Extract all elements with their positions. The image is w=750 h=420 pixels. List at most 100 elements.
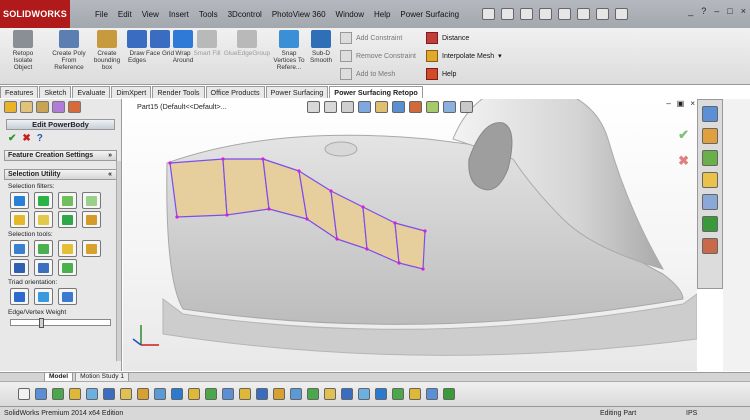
- slider-thumb[interactable]: [39, 318, 44, 328]
- edge-vertex-weight-slider[interactable]: [10, 318, 111, 328]
- tab-sketch[interactable]: Sketch: [39, 86, 72, 98]
- menu-photoview[interactable]: PhotoView 360: [267, 10, 331, 19]
- collapse-icon[interactable]: [256, 388, 268, 400]
- panel-scrollbar[interactable]: [116, 161, 121, 361]
- help-ribbon-button[interactable]: Help: [426, 68, 456, 80]
- delete-edge-icon[interactable]: [154, 388, 166, 400]
- solidworks-logo[interactable]: SOLIDWORKS: [0, 0, 70, 28]
- object-filter-button[interactable]: [82, 211, 101, 228]
- menu-file[interactable]: File: [90, 10, 113, 19]
- fill-hole-icon[interactable]: [426, 388, 438, 400]
- feature-tree-icon[interactable]: [4, 101, 17, 113]
- bounding-box-button[interactable]: Create bounding box: [90, 30, 124, 71]
- select-grow-button[interactable]: [34, 240, 53, 257]
- move-icon[interactable]: [392, 388, 404, 400]
- file-explorer-icon[interactable]: [702, 150, 718, 166]
- view-settings-icon[interactable]: [460, 101, 473, 113]
- remove-constraint-button[interactable]: Remove Constraint: [340, 50, 416, 62]
- retopo-isolate-button[interactable]: Retopo Isolate Object: [6, 30, 40, 71]
- select-icon[interactable]: [577, 8, 591, 20]
- face-select-icon[interactable]: [69, 388, 81, 400]
- section-view-icon[interactable]: [358, 101, 371, 113]
- face-loop-filter-button[interactable]: [10, 211, 29, 228]
- appearances-icon[interactable]: [702, 216, 718, 232]
- panel-help-icon[interactable]: ?: [37, 133, 43, 144]
- viewport-restore-button[interactable]: ▣: [677, 99, 685, 108]
- glue-edge-group-button[interactable]: GlueEdgeGroup: [222, 30, 272, 57]
- select-similar-button[interactable]: [58, 259, 77, 276]
- feature-creation-settings-header[interactable]: Feature Creation Settings »: [4, 150, 117, 161]
- select-edge-loop-button[interactable]: [10, 240, 29, 257]
- select-column-button[interactable]: [10, 259, 29, 276]
- menu-3dcontrol[interactable]: 3Dcontrol: [223, 10, 267, 19]
- scale-icon[interactable]: [358, 388, 370, 400]
- menu-tools[interactable]: Tools: [194, 10, 223, 19]
- distance-button[interactable]: Distance: [426, 32, 469, 44]
- units-selector[interactable]: IPS: [686, 407, 697, 420]
- bevel-icon[interactable]: [120, 388, 132, 400]
- menu-window[interactable]: Window: [331, 10, 369, 19]
- menu-help[interactable]: Help: [369, 10, 395, 19]
- appearance-icon[interactable]: [426, 101, 439, 113]
- split-icon[interactable]: [205, 388, 217, 400]
- confirm-accept-icon[interactable]: ✔: [678, 127, 689, 143]
- save-icon[interactable]: [520, 8, 534, 20]
- add-to-mesh-button[interactable]: Add to Mesh: [340, 68, 395, 80]
- filter-icon[interactable]: [18, 388, 30, 400]
- tab-office-products[interactable]: Office Products: [205, 86, 265, 98]
- new-document-icon[interactable]: [482, 8, 496, 20]
- confirm-cancel-icon[interactable]: ✖: [678, 153, 689, 169]
- zoom-area-icon[interactable]: [324, 101, 337, 113]
- view-palette-icon[interactable]: [702, 194, 718, 210]
- triad-local-button[interactable]: [34, 288, 53, 305]
- tab-dimxpert[interactable]: DimXpert: [111, 86, 152, 98]
- loop-select-icon[interactable]: [86, 388, 98, 400]
- tab-power-surfacing[interactable]: Power Surfacing: [265, 86, 329, 98]
- select-row-button[interactable]: [34, 259, 53, 276]
- collapse-chevron-icon[interactable]: «: [108, 170, 112, 179]
- zoom-fit-icon[interactable]: [307, 101, 320, 113]
- folder-icon[interactable]: [702, 172, 718, 188]
- thicken-icon[interactable]: [409, 388, 421, 400]
- create-poly-button[interactable]: Create Poly From Reference: [52, 30, 86, 71]
- model-graphics[interactable]: [123, 99, 697, 371]
- menu-edit[interactable]: Edit: [113, 10, 137, 19]
- help-button[interactable]: ?: [701, 6, 706, 16]
- crease-icon[interactable]: [307, 388, 319, 400]
- vertex-filter-button[interactable]: [10, 192, 29, 209]
- subd-smooth-button[interactable]: Sub-D Smooth: [304, 30, 338, 64]
- face-ring-filter-button[interactable]: [34, 211, 53, 228]
- minimize-button[interactable]: –: [714, 6, 719, 16]
- insert-edge-icon[interactable]: [137, 388, 149, 400]
- custom-properties-icon[interactable]: [702, 238, 718, 254]
- chevron-down-icon[interactable]: ▾: [498, 52, 502, 60]
- bridge-icon[interactable]: [188, 388, 200, 400]
- hide-show-icon[interactable]: [409, 101, 422, 113]
- edge-select-icon[interactable]: [52, 388, 64, 400]
- part-tree-label[interactable]: Part15 (Default<<Default>...: [137, 102, 227, 111]
- display-style-icon[interactable]: [392, 101, 405, 113]
- solidworks-resources-icon[interactable]: [702, 106, 718, 122]
- select-shrink-button[interactable]: [58, 240, 77, 257]
- graphics-viewport[interactable]: Part15 (Default<<Default>... – ▣ × ✔ ✖: [123, 99, 697, 371]
- undo-icon[interactable]: [558, 8, 572, 20]
- vertex-select-icon[interactable]: [35, 388, 47, 400]
- close-button[interactable]: ×: [741, 6, 746, 16]
- snap-vertices-button[interactable]: Snap Vertices To Refere...: [272, 30, 306, 71]
- menu-view[interactable]: View: [137, 10, 164, 19]
- cut-icon[interactable]: [222, 388, 234, 400]
- maximize-button[interactable]: □: [727, 6, 732, 16]
- rotate-icon[interactable]: [375, 388, 387, 400]
- triad-world-button[interactable]: [10, 288, 29, 305]
- tab-power-surfacing-retopo[interactable]: Power Surfacing Retopo: [329, 86, 423, 98]
- select-invert-button[interactable]: [82, 240, 101, 257]
- scene-icon[interactable]: [443, 101, 456, 113]
- edge-filter-button[interactable]: [58, 192, 77, 209]
- weld-icon[interactable]: [171, 388, 183, 400]
- expand-chevron-icon[interactable]: »: [108, 151, 112, 160]
- tab-evaluate[interactable]: Evaluate: [72, 86, 111, 98]
- cancel-icon[interactable]: ✖: [22, 133, 30, 144]
- point-filter-button[interactable]: [82, 192, 101, 209]
- previous-view-icon[interactable]: [341, 101, 354, 113]
- convert-icon[interactable]: [443, 388, 455, 400]
